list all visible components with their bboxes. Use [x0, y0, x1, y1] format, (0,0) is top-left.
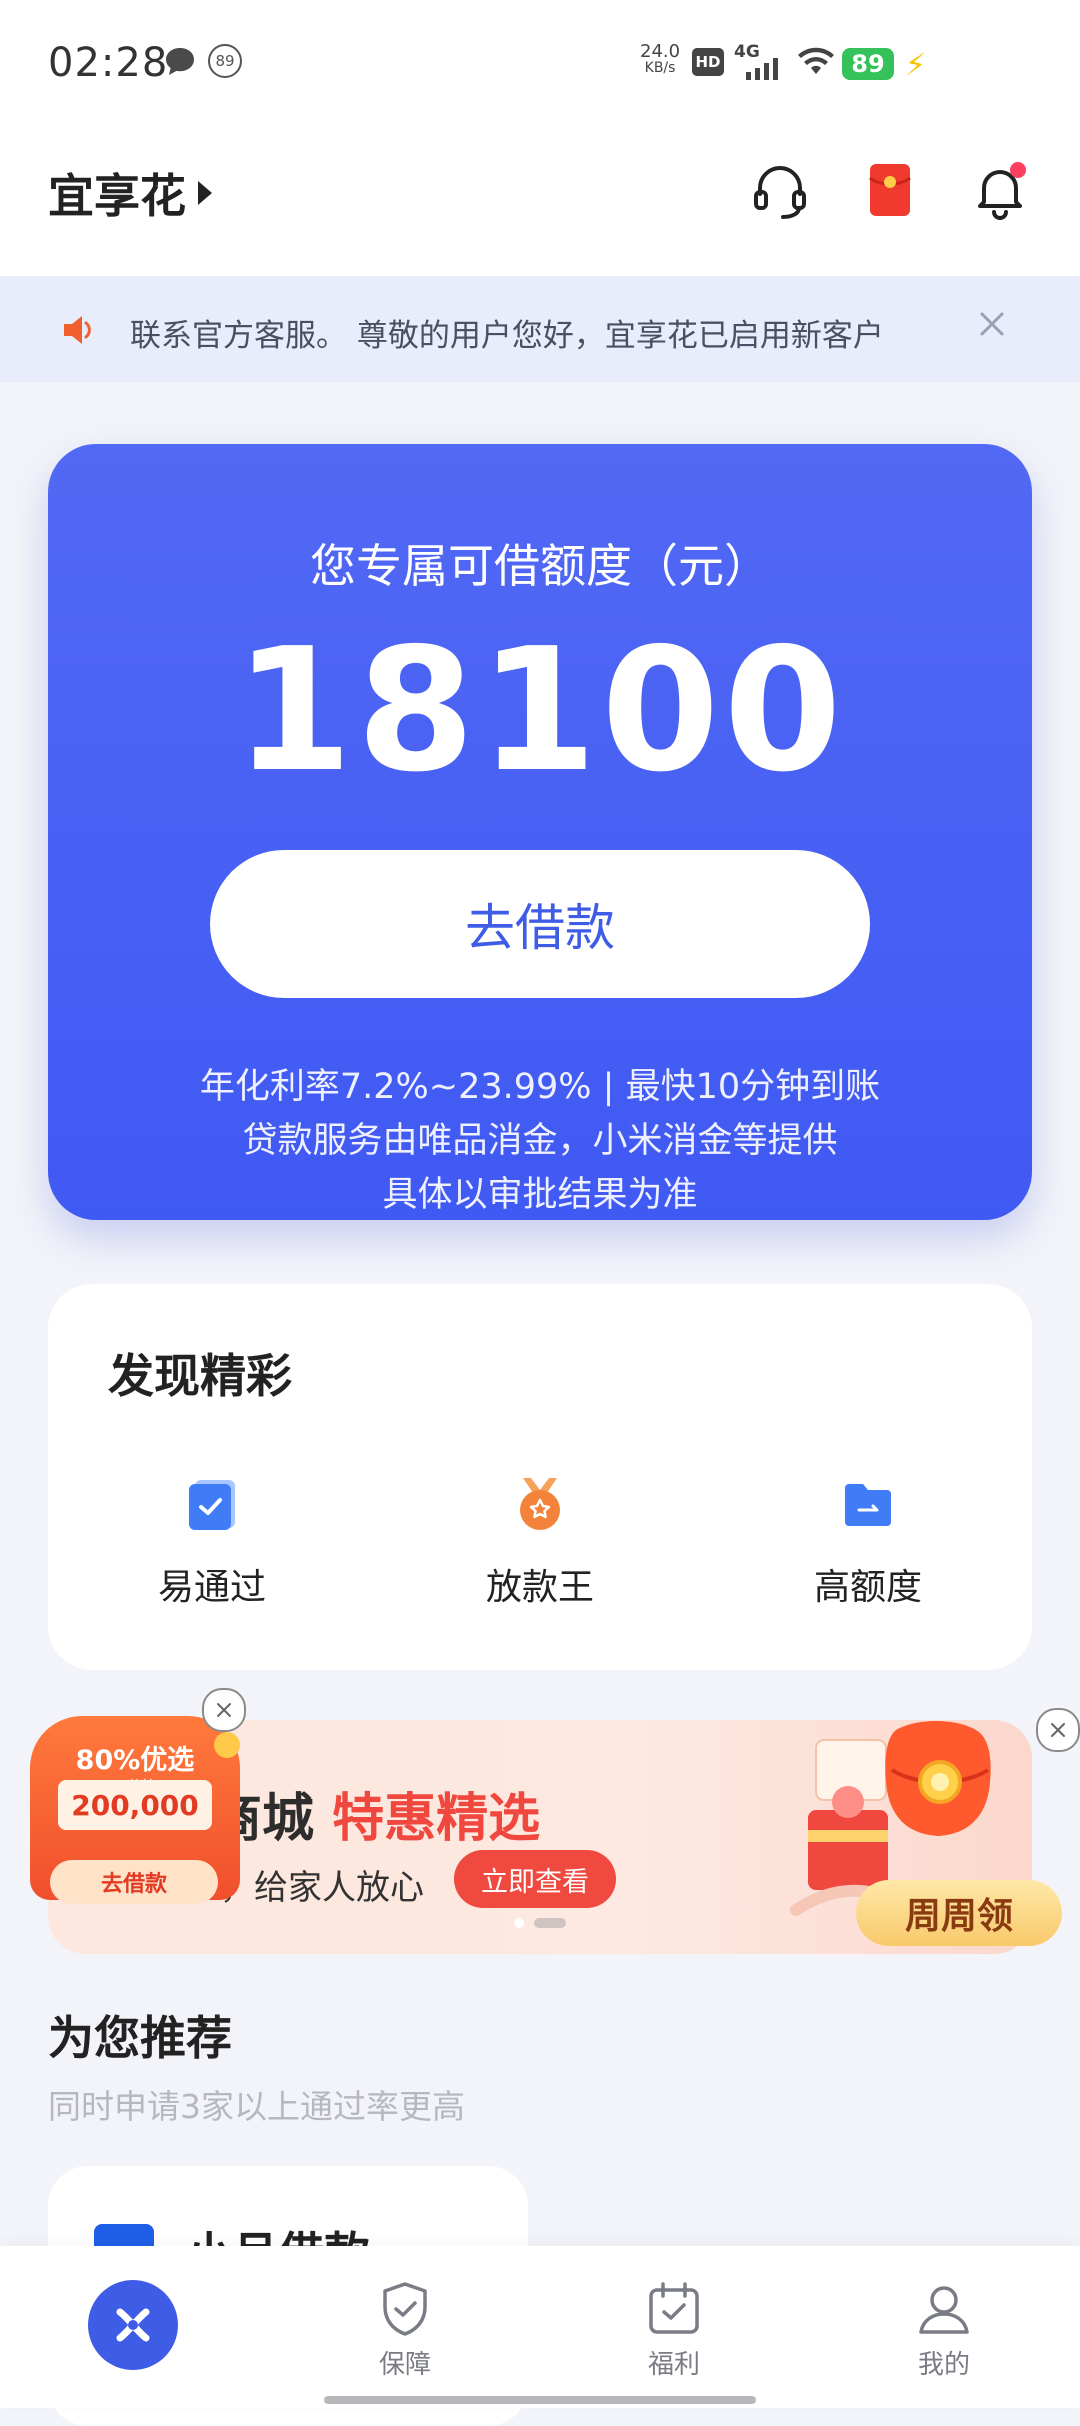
- user-icon: [913, 2278, 975, 2340]
- nav-label: 我的: [917, 2350, 970, 2380]
- net-speed-unit: KB/s: [644, 60, 676, 76]
- discover-item-high-limit[interactable]: 高额度: [748, 1474, 988, 1610]
- nav-item-welfare[interactable]: 福利: [594, 2278, 754, 2381]
- loan-info-line: 年化利率7.2%~23.99% | 最快10分钟到账: [199, 1067, 881, 1107]
- charging-icon: ⚡: [905, 48, 927, 83]
- discover-item-label: 高额度: [813, 1567, 922, 1608]
- loan-info-line: 贷款服务由唯品消金，小米消金等提供: [242, 1121, 838, 1161]
- discover-title: 发现精彩: [108, 1349, 292, 1403]
- status-time: 02:28: [48, 40, 169, 86]
- notification-count-badge: 89: [208, 44, 242, 78]
- close-notice-icon[interactable]: [970, 302, 1014, 346]
- check-card-icon: [181, 1474, 243, 1536]
- nav-item-mine[interactable]: 我的: [864, 2278, 1024, 2381]
- net-speed-value: 24.0: [640, 41, 681, 62]
- notice-marquee-text[interactable]: 联系官方客服。 尊敬的用户您好，宜享花已启用新客户: [130, 310, 950, 354]
- discover-item-label: 放款王: [485, 1567, 594, 1608]
- credit-limit-label: 您专属可借额度（元）: [310, 539, 770, 593]
- app-title-switcher[interactable]: 宜享花: [48, 160, 212, 226]
- borrow-button[interactable]: 去借款: [210, 850, 870, 998]
- headset-icon[interactable]: [748, 158, 812, 222]
- nav-label: 保障: [378, 2350, 431, 2380]
- net-speed: 24.0 KB/s: [640, 41, 681, 77]
- coin-icon: [214, 1732, 240, 1758]
- home-indicator[interactable]: [324, 2396, 756, 2404]
- weekly-claim-button[interactable]: 周周领: [856, 1880, 1062, 1946]
- loan-info-line: 具体以审批结果为准: [382, 1175, 698, 1215]
- shield-check-icon: [374, 2278, 436, 2340]
- coupon-borrow-button[interactable]: 去借款: [50, 1860, 218, 1904]
- promo-title-red: 特惠精选: [332, 1789, 541, 1849]
- signal-icon: [744, 58, 784, 84]
- discover-item-easy-pass[interactable]: 易通过: [92, 1474, 332, 1610]
- carousel-dot-active: [534, 1918, 566, 1928]
- speaker-icon: [58, 310, 98, 350]
- discover-item-label: 易通过: [157, 1567, 266, 1608]
- close-float-ad-icon[interactable]: [1036, 1708, 1080, 1752]
- coupon-amount: 200,000: [58, 1780, 212, 1830]
- promo-title: 商城 特惠精选: [210, 1776, 540, 1851]
- close-coupon-icon[interactable]: [202, 1688, 246, 1732]
- bell-icon[interactable]: [968, 158, 1032, 222]
- wifi-icon: [796, 46, 836, 82]
- message-icon: [162, 44, 198, 84]
- nav-item-protection[interactable]: 保障: [325, 2278, 485, 2381]
- battery-level: 89: [842, 48, 894, 80]
- red-envelope-icon[interactable]: [858, 158, 922, 222]
- credit-limit-amount: 18100: [234, 612, 846, 810]
- view-now-button[interactable]: 立即查看: [454, 1850, 616, 1908]
- hd-icon: HD: [692, 48, 724, 76]
- caret-right-icon: [198, 181, 212, 205]
- carousel-dot: [514, 1918, 524, 1928]
- discover-item-fast-loan[interactable]: 放款王: [420, 1474, 660, 1610]
- recommend-title: 为您推荐: [48, 2011, 232, 2065]
- app-title: 宜享花: [48, 169, 186, 223]
- medal-icon: [509, 1474, 571, 1536]
- folder-icon: [837, 1474, 899, 1536]
- nav-label: 福利: [647, 2350, 700, 2380]
- promo-subtitle: ，给家人放心: [220, 1868, 424, 1908]
- nav-home-button[interactable]: [88, 2280, 178, 2370]
- calendar-check-icon: [643, 2278, 705, 2340]
- coupon-title: 80%优选: [75, 1745, 195, 1776]
- loan-info: 年化利率7.2%~23.99% | 最快10分钟到账 贷款服务由唯品消金，小米消…: [48, 1060, 1032, 1222]
- recommend-subtitle: 同时申请3家以上通过率更高: [48, 2087, 465, 2126]
- home-x-icon: [116, 2308, 150, 2342]
